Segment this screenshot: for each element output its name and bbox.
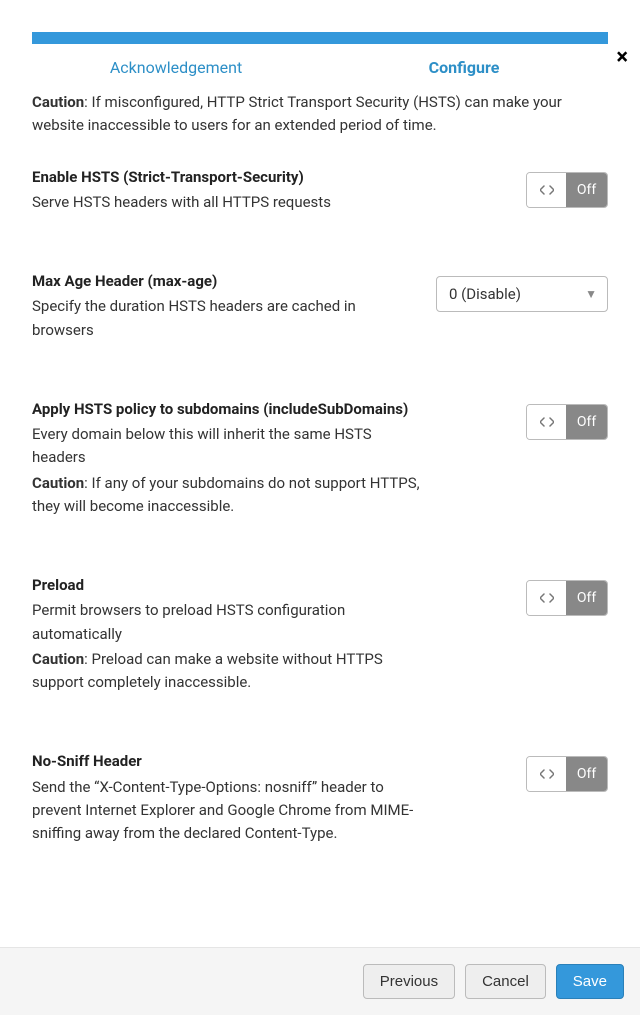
settings-content: Caution: If misconfigured, HTTP Strict T… [0, 87, 640, 885]
caution-label: Caution [32, 650, 84, 668]
setting-control: 0 (Disable) ▼ [436, 270, 608, 312]
caution-text: : Preload can make a website without HTT… [32, 650, 383, 691]
caution-text: : If misconfigured, HTTP Strict Transpor… [32, 93, 562, 134]
caution-text: : If any of your subdomains do not suppo… [32, 474, 420, 515]
dialog-footer: Previous Cancel Save [0, 947, 640, 1015]
preload-toggle[interactable]: Off [526, 580, 608, 616]
toggle-state-label: Off [566, 581, 607, 615]
setting-subdomains: Apply HSTS policy to subdomains (include… [32, 398, 608, 518]
setting-desc: Every domain below this will inherit the… [32, 423, 420, 470]
setting-caution: Caution: Preload can make a website with… [32, 648, 420, 695]
subdomains-toggle[interactable]: Off [526, 404, 608, 440]
progress-bar [32, 32, 608, 44]
setting-title: Enable HSTS (Strict-Transport-Security) [32, 166, 420, 189]
setting-control: Off [436, 166, 608, 208]
setting-title: Apply HSTS policy to subdomains (include… [32, 398, 420, 421]
select-value: 0 (Disable) [449, 285, 521, 303]
setting-control: Off [436, 398, 608, 440]
setting-text: Apply HSTS policy to subdomains (include… [32, 398, 420, 518]
setting-text: Enable HSTS (Strict-Transport-Security) … [32, 166, 420, 215]
top-caution: Caution: If misconfigured, HTTP Strict T… [32, 91, 608, 138]
tab-configure[interactable]: Configure [320, 58, 608, 77]
nosniff-toggle[interactable]: Off [526, 756, 608, 792]
setting-control: Off [436, 750, 608, 792]
setting-desc: Send the “X-Content-Type-Options: nosnif… [32, 776, 420, 846]
chevron-down-icon: ▼ [585, 287, 597, 301]
setting-title: Max Age Header (max-age) [32, 270, 420, 293]
setting-desc: Serve HSTS headers with all HTTPS reques… [32, 191, 420, 214]
toggle-state-label: Off [566, 405, 607, 439]
close-icon[interactable]: × [616, 47, 628, 69]
setting-control: Off [436, 574, 608, 616]
setting-enable-hsts: Enable HSTS (Strict-Transport-Security) … [32, 166, 608, 215]
setting-max-age: Max Age Header (max-age) Specify the dur… [32, 270, 608, 342]
setting-text: No-Sniff Header Send the “X-Content-Type… [32, 750, 420, 845]
previous-button[interactable]: Previous [363, 964, 455, 999]
toggle-state-label: Off [566, 173, 607, 207]
toggle-handle-icon [527, 405, 566, 439]
enable-hsts-toggle[interactable]: Off [526, 172, 608, 208]
toggle-handle-icon [527, 581, 566, 615]
toggle-handle-icon [527, 757, 566, 791]
max-age-select[interactable]: 0 (Disable) ▼ [436, 276, 608, 312]
setting-caution: Caution: If any of your subdomains do no… [32, 472, 420, 519]
save-button[interactable]: Save [556, 964, 624, 999]
setting-title: Preload [32, 574, 420, 597]
setting-title: No-Sniff Header [32, 750, 420, 773]
toggle-handle-icon [527, 173, 566, 207]
tab-acknowledgement[interactable]: Acknowledgement [32, 58, 320, 77]
setting-text: Max Age Header (max-age) Specify the dur… [32, 270, 420, 342]
caution-label: Caution [32, 474, 84, 492]
setting-desc: Permit browsers to preload HSTS configur… [32, 599, 420, 646]
setting-preload: Preload Permit browsers to preload HSTS … [32, 574, 608, 694]
setting-nosniff: No-Sniff Header Send the “X-Content-Type… [32, 750, 608, 845]
setting-text: Preload Permit browsers to preload HSTS … [32, 574, 420, 694]
tab-bar: Acknowledgement Configure [32, 44, 608, 87]
caution-label: Caution [32, 93, 84, 111]
cancel-button[interactable]: Cancel [465, 964, 546, 999]
toggle-state-label: Off [566, 757, 607, 791]
setting-desc: Specify the duration HSTS headers are ca… [32, 295, 420, 342]
